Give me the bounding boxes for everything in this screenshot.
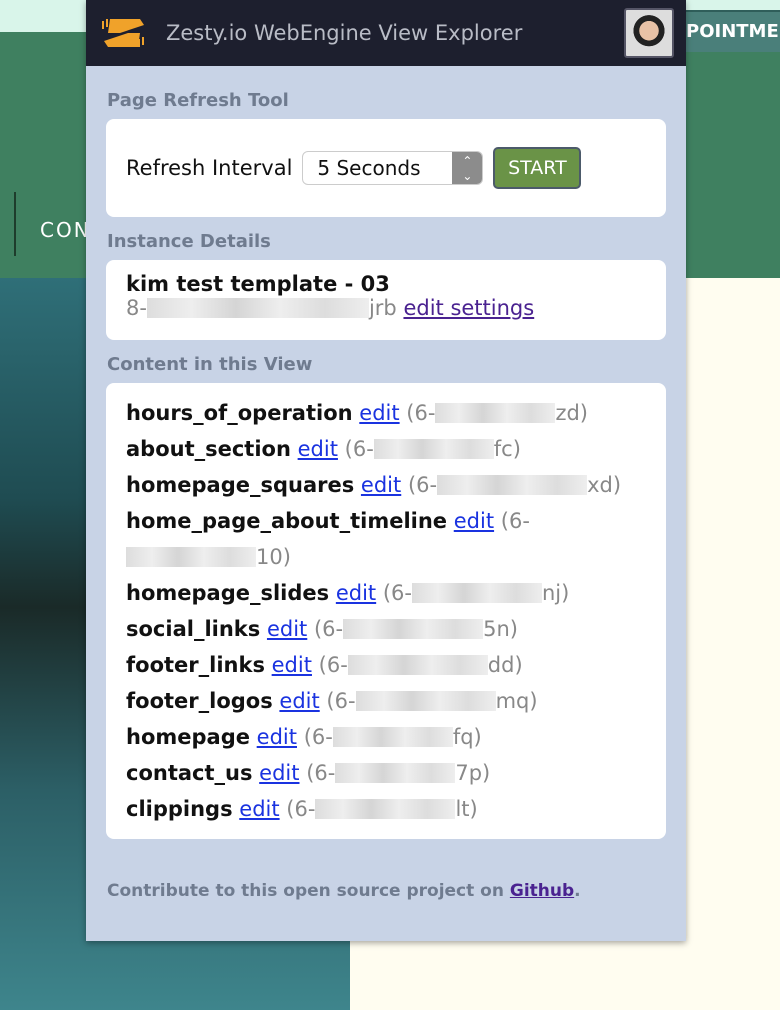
- content-item-name: footer_logos: [126, 689, 273, 713]
- content-item: social_links edit (6- 5n): [126, 611, 646, 647]
- content-item: footer_logos edit (6- mq): [126, 683, 646, 719]
- edit-link[interactable]: edit: [336, 581, 376, 605]
- content-item: clippings edit (6- lt): [126, 791, 646, 827]
- popup-title: Zesty.io WebEngine View Explorer: [166, 21, 523, 45]
- edit-link[interactable]: edit: [257, 725, 297, 749]
- instance-name: kim test template - 03: [126, 272, 390, 296]
- content-item: footer_links edit (6- dd): [126, 647, 646, 683]
- content-item-id: (6- mq): [326, 689, 538, 713]
- start-button[interactable]: START: [493, 147, 582, 189]
- edit-link[interactable]: edit: [454, 509, 494, 533]
- content-item-id: (6- fc): [344, 437, 521, 461]
- content-item-id: (6- nj): [382, 581, 570, 605]
- zesty-logo-icon: [102, 19, 144, 47]
- refresh-interval-label: Refresh Interval: [126, 156, 293, 180]
- content-item-name: contact_us: [126, 761, 253, 785]
- instance-card: kim test template - 03 8- jrb edit settin…: [106, 260, 666, 340]
- view-explorer-popup: Zesty.io WebEngine View Explorer Page Re…: [86, 0, 686, 941]
- content-item-id: (6- dd): [318, 653, 523, 677]
- edit-settings-link[interactable]: edit settings: [403, 296, 534, 320]
- nav-divider: [14, 192, 16, 256]
- content-item-name: social_links: [126, 617, 261, 641]
- content-item-id: (6- 7p): [306, 761, 491, 785]
- edit-link[interactable]: edit: [298, 437, 338, 461]
- content-item: homepage_slides edit (6- nj): [126, 575, 646, 611]
- edit-link[interactable]: edit: [361, 473, 401, 497]
- content-item-id: (6- xd): [407, 473, 622, 497]
- popup-header: Zesty.io WebEngine View Explorer: [86, 0, 686, 66]
- content-item-name: home_page_about_timeline: [126, 509, 448, 533]
- section-heading-refresh: Page Refresh Tool: [107, 90, 289, 111]
- content-item: about_section edit (6- fc): [126, 431, 646, 467]
- section-heading-instance: Instance Details: [107, 231, 271, 252]
- content-card: hours_of_operation edit (6- zd) about_sect…: [106, 383, 666, 839]
- refresh-interval-select[interactable]: 5 Seconds ⌃ ⌄: [302, 151, 484, 185]
- instance-id: 8- jrb edit settings: [126, 296, 535, 320]
- content-item-id: (6- zd): [406, 401, 588, 425]
- section-heading-content: Content in this View: [107, 354, 313, 375]
- edit-link[interactable]: edit: [279, 689, 319, 713]
- content-item-name: clippings: [126, 797, 233, 821]
- chevron-updown-icon: ⌃ ⌄: [452, 152, 483, 184]
- content-item-name: footer_links: [126, 653, 265, 677]
- refresh-card: Refresh Interval 5 Seconds ⌃ ⌄ START: [106, 119, 666, 217]
- selected-value: 5 Seconds: [317, 156, 421, 180]
- edit-link[interactable]: edit: [259, 761, 299, 785]
- content-item-name: hours_of_operation: [126, 401, 353, 425]
- content-item: homepage_squares edit (6- xd): [126, 467, 646, 503]
- content-item-name: homepage: [126, 725, 250, 749]
- github-link[interactable]: Github: [510, 881, 574, 901]
- user-avatar[interactable]: [624, 8, 674, 58]
- content-item: hours_of_operation edit (6- zd): [126, 395, 646, 431]
- content-item-id: (6- 5n): [313, 617, 518, 641]
- edit-link[interactable]: edit: [267, 617, 307, 641]
- edit-link[interactable]: edit: [239, 797, 279, 821]
- edit-link[interactable]: edit: [359, 401, 399, 425]
- appointment-button[interactable]: POINTMEN: [672, 10, 780, 52]
- content-item-name: about_section: [126, 437, 291, 461]
- content-item-id: (6- lt): [286, 797, 478, 821]
- footer-text: Contribute to this open source project o…: [107, 881, 581, 901]
- content-item: homepage edit (6- fq): [126, 719, 646, 755]
- site-nav-item[interactable]: CON: [40, 218, 91, 242]
- content-item: contact_us edit (6- 7p): [126, 755, 646, 791]
- edit-link[interactable]: edit: [272, 653, 312, 677]
- content-item: home_page_about_timeline edit (6-10): [126, 503, 646, 575]
- content-item-name: homepage_squares: [126, 473, 355, 497]
- content-item-id: (6- fq): [303, 725, 482, 749]
- content-item-name: homepage_slides: [126, 581, 330, 605]
